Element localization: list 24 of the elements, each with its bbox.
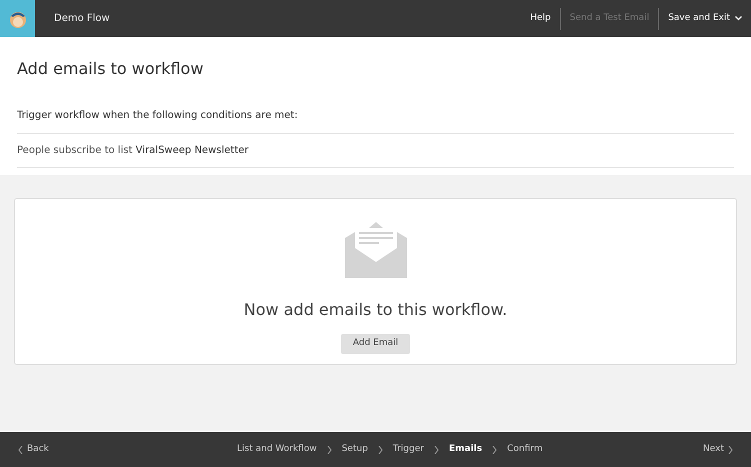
caret-icon: [735, 16, 742, 21]
back-link[interactable]: Back: [18, 442, 49, 456]
logo-icon[interactable]: [0, 0, 35, 37]
flow-title: Demo Flow: [54, 12, 110, 26]
envelope-icon: [344, 222, 406, 278]
chevron-left-icon: [18, 446, 23, 454]
empty-state-message: Now add emails to this workflow.: [244, 299, 508, 321]
step-link[interactable]: Emails: [448, 442, 482, 456]
chevron-right-icon: [326, 446, 332, 454]
step-link[interactable]: List and Workflow: [237, 442, 317, 456]
step-link[interactable]: Setup: [342, 442, 368, 456]
next-link[interactable]: Next: [703, 442, 733, 456]
add-email-button[interactable]: Add Email: [340, 334, 410, 354]
save-menu-button[interactable]: Save and Exit: [658, 8, 751, 30]
chevron-right-icon: [728, 446, 733, 454]
trigger-condition: People subscribe to list ViralSweep Newsletter: [17, 134, 734, 168]
chevron-right-icon: [378, 446, 383, 454]
step-link[interactable]: Confirm: [507, 442, 543, 456]
chevron-right-icon: [434, 446, 439, 454]
trigger-heading: Trigger workflow when the following conditions are met:: [17, 108, 734, 134]
page-heading: Add emails to workflow: [17, 58, 204, 80]
step-link[interactable]: Trigger: [392, 442, 424, 456]
chevron-right-icon: [492, 446, 498, 454]
header-link[interactable]: Help: [521, 8, 560, 30]
